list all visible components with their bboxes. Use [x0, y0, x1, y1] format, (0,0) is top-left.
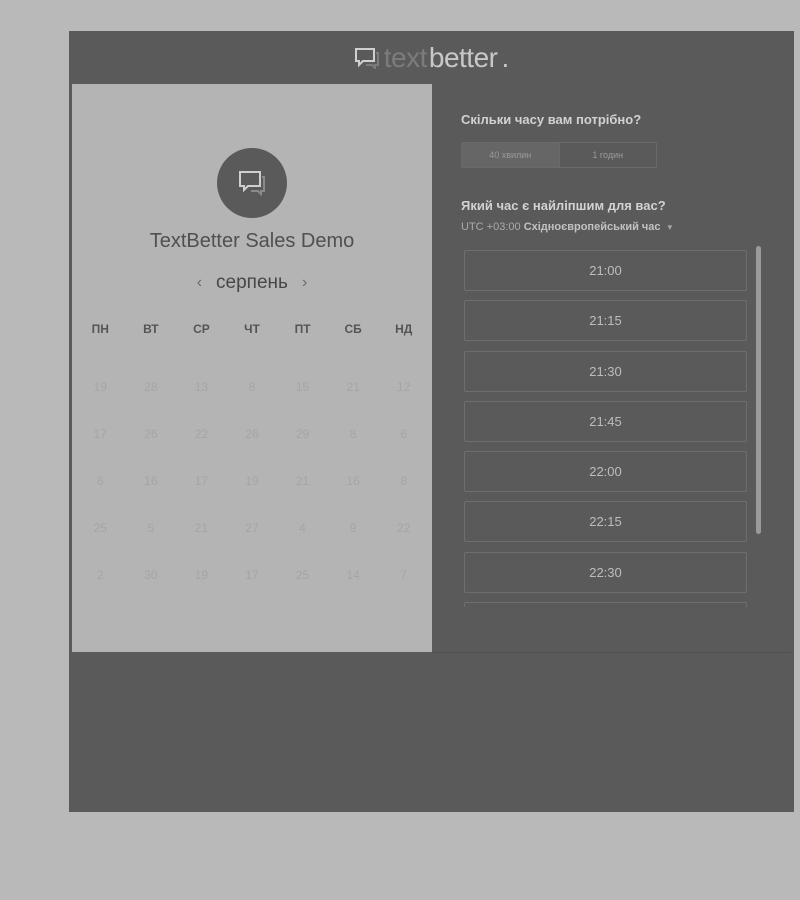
calendar-day: 17 — [93, 427, 107, 441]
calendar-day: 25 — [93, 521, 107, 535]
weekday-label: СБ — [344, 322, 362, 336]
time-slot-button[interactable]: 21:45 — [464, 400, 747, 442]
time-slot-button[interactable]: 22:30 — [464, 551, 747, 593]
calendar-day: 21 — [194, 521, 209, 535]
calendar-day: 19 — [93, 380, 107, 394]
calendar-day: 8 — [400, 474, 408, 488]
header: text better . — [69, 31, 794, 84]
calendar-day: 8 — [349, 427, 357, 441]
calendar-day: 25 — [295, 568, 310, 582]
calendar-day: 19 — [245, 474, 259, 488]
month-label: серпень — [216, 272, 288, 293]
time-slot-button[interactable]: 22:15 — [464, 501, 747, 543]
calendar-day: 7 — [400, 568, 408, 582]
weekday-label: НД — [395, 322, 413, 336]
event-title: TextBetter Sales Demo — [149, 230, 355, 252]
calendar-day: 4 — [299, 521, 306, 535]
prev-month-button[interactable]: ‹ — [197, 274, 202, 292]
weekday-label: ПТ — [294, 322, 311, 336]
booking-widget: text better . TextBetter Sales Demo ‹ се… — [69, 31, 794, 812]
weekday-label: СР — [193, 322, 210, 336]
time-slot-button[interactable]: 21:30 — [464, 350, 747, 392]
weekday-label: ПН — [91, 322, 109, 336]
calendar-day: 26 — [144, 427, 158, 441]
timezone-offset: UTC +03:00 — [461, 221, 521, 233]
timezone-selector[interactable]: UTC +03:00 Східноєвропейський час ▾ — [461, 221, 672, 233]
calendar-day: 8 — [248, 380, 256, 394]
calendar-day: 6 — [400, 427, 408, 441]
calendar-day: 17 — [245, 568, 259, 582]
divider — [432, 652, 791, 653]
logo-text-light: text — [383, 41, 428, 73]
calendar-day: 16 — [144, 474, 158, 488]
calendar-day: 28 — [144, 380, 158, 394]
calendar-day: 13 — [194, 380, 209, 394]
time-panel: Скільки часу вам потрібно? 40 хвилин 1 г… — [432, 84, 791, 652]
calendar-panel: TextBetter Sales Demo ‹ серпень › ПН ВТ … — [72, 84, 432, 652]
timezone-name: Східноєвропейський час — [523, 221, 661, 233]
scrollbar[interactable] — [756, 246, 761, 534]
time-question: Який час є найліпшим для вас? — [461, 198, 666, 213]
time-slot-button[interactable]: 21:15 — [464, 300, 747, 342]
logo: text better . — [354, 41, 510, 74]
duration-toggle: 40 хвилин 1 годин — [461, 142, 657, 168]
next-month-button[interactable]: › — [302, 274, 307, 292]
time-slot-button[interactable]: 22:00 — [464, 451, 747, 493]
calendar-day: 29 — [295, 427, 310, 441]
calendar-day: 19 — [194, 568, 209, 582]
duration-question: Скільки часу вам потрібно? — [461, 112, 642, 127]
duration-option-1hour[interactable]: 1 годин — [558, 143, 657, 167]
calendar-day: 22 — [194, 427, 209, 441]
calendar-day: 9 — [349, 521, 357, 535]
month-navigation: ‹ серпень › — [72, 270, 432, 296]
time-slot-list: 21:00 21:15 21:30 21:45 22:00 22:15 22:3… — [464, 250, 749, 607]
logo-dot: . — [501, 41, 510, 73]
chat-bubble-icon — [239, 171, 265, 197]
logo-text-bold: better — [428, 41, 498, 73]
calendar-day: 16 — [346, 474, 360, 488]
caret-down-icon: ▾ — [667, 222, 673, 232]
calendar-day: 22 — [397, 521, 411, 535]
calendar-day: 30 — [144, 568, 158, 582]
time-slot-button[interactable]: 21:00 — [464, 250, 747, 291]
calendar-day: 5 — [147, 521, 155, 535]
calendar-day: 26 — [245, 427, 259, 441]
weekday-label: ЧТ — [244, 322, 260, 336]
weekday-header: ПН ВТ СР ЧТ ПТ СБ НД — [75, 322, 429, 336]
time-slot-button[interactable] — [464, 602, 747, 607]
duration-option-40min[interactable]: 40 хвилин — [462, 143, 559, 167]
weekday-label: ВТ — [143, 322, 159, 336]
calendar-day: 21 — [295, 474, 310, 488]
calendar-day: 15 — [295, 380, 310, 394]
chat-bubble-icon — [354, 47, 379, 69]
calendar-day: 6 — [96, 474, 104, 488]
calendar-day: 27 — [245, 521, 259, 535]
calendar-day: 17 — [194, 474, 209, 488]
calendar-days: 19 28 13 8 15 21 12 17 26 22 26 29 8 6 6… — [75, 380, 429, 615]
calendar-day: 12 — [397, 380, 411, 394]
calendar-day: 21 — [346, 380, 360, 394]
avatar — [217, 148, 287, 218]
calendar-day: 2 — [96, 568, 104, 582]
calendar-day: 14 — [346, 568, 360, 582]
